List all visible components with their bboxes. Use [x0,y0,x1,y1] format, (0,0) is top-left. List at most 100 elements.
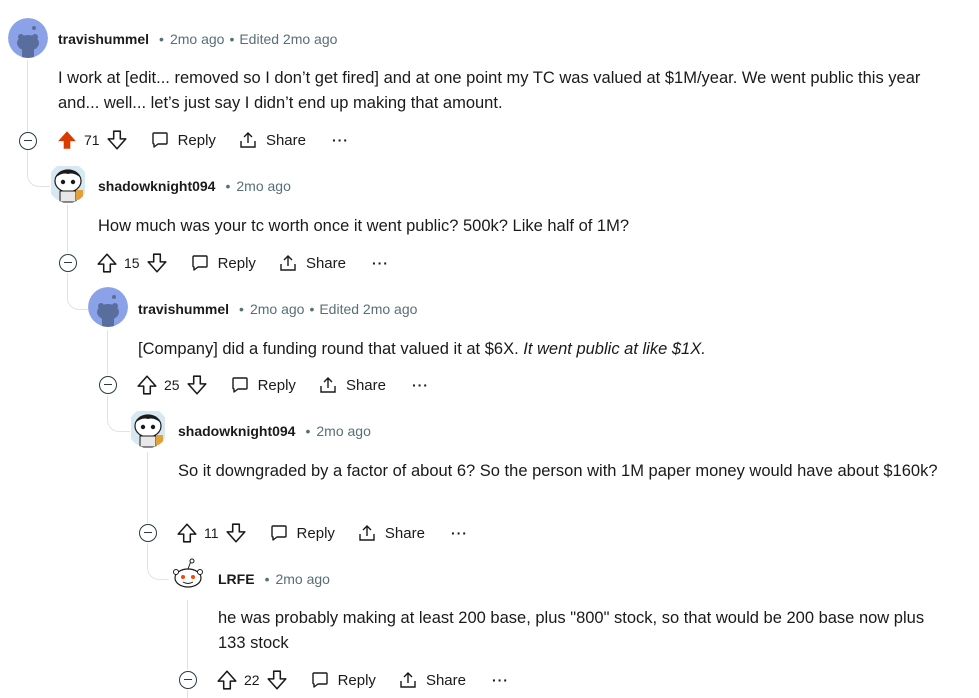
upvote-icon[interactable] [176,522,198,544]
comment-body: So it downgraded by a factor of about 6?… [178,462,938,480]
body-italic: It went public at like $1X. [523,340,706,358]
vote-count: 15 [124,255,140,271]
comment-meta: shadowknight094 • 2mo ago [178,421,371,441]
reply-label: Reply [217,254,256,272]
separator-dot: • [309,301,315,317]
separator-dot: • [305,423,311,439]
more-options-button[interactable]: ··· [372,255,389,271]
edited-label: Edited 2mo ago [239,31,338,47]
thread-line [107,330,108,375]
share-icon [240,132,256,148]
vote-count: 25 [164,377,180,393]
snoo-avatar-icon [88,287,128,327]
avatar[interactable] [48,163,88,203]
vote-group: 71 [56,129,128,151]
more-options-button[interactable]: ··· [412,377,429,393]
timestamp[interactable]: 2mo ago [250,301,304,317]
share-icon [359,525,375,541]
thread-elbow [67,273,90,310]
share-button[interactable]: Share [398,670,466,690]
downvote-icon[interactable] [266,669,288,691]
comment-meta: travishummel • 2mo ago • Edited 2mo ago [58,29,337,49]
upvote-icon[interactable] [136,374,158,396]
more-options-button[interactable]: ··· [332,132,349,148]
separator-dot: • [225,178,231,194]
thread-elbow [27,164,50,187]
separator-dot: • [159,31,164,47]
vote-group: 25 [136,374,208,396]
action-bar: 22 Reply Share ··· [216,664,509,696]
separator-dot: • [239,301,244,317]
share-icon [280,255,296,271]
author-name[interactable]: travishummel [58,31,149,47]
more-options-button[interactable]: ··· [492,672,509,688]
reply-button[interactable]: Reply [150,130,216,150]
collapse-button[interactable] [139,524,157,542]
comment-meta: travishummel • 2mo ago • Edited 2mo ago [138,299,417,319]
share-button[interactable]: Share [318,375,386,395]
timestamp[interactable]: 2mo ago [275,571,329,587]
downvote-icon[interactable] [106,129,128,151]
share-button[interactable]: Share [278,253,346,273]
reply-button[interactable]: Reply [190,253,256,273]
thread-elbow [147,543,170,580]
avatar[interactable] [8,18,48,58]
vote-count: 11 [204,525,219,541]
upvote-icon[interactable] [56,129,78,151]
downvote-icon[interactable] [146,252,168,274]
share-button[interactable]: Share [238,130,306,150]
reply-label: Reply [177,131,216,149]
upvote-icon[interactable] [96,252,118,274]
edited-label: Edited 2mo ago [319,301,418,317]
comment-meta: shadowknight094 • 2mo ago [98,176,291,196]
thread-line [187,600,188,670]
body-plain: [Company] did a funding round that value… [138,340,524,358]
reply-label: Reply [257,376,296,394]
snoo-avatar-icon [168,556,208,596]
timestamp[interactable]: 2mo ago [316,423,370,439]
author-name[interactable]: shadowknight094 [98,178,215,194]
snoo-avatar-icon [51,166,85,203]
comment-body: I work at [edit... removed so I don’t ge… [58,69,921,112]
share-icon [320,377,336,393]
avatar[interactable] [168,556,208,596]
downvote-icon[interactable] [225,522,247,544]
action-bar: 25 Reply Share ··· [136,369,429,401]
thread-line [27,60,28,132]
upvote-icon[interactable] [216,669,238,691]
vote-group: 22 [216,669,288,691]
vote-group: 11 [176,522,247,544]
author-name[interactable]: LRFE [218,571,255,587]
collapse-button[interactable] [179,671,197,689]
avatar[interactable] [128,408,168,448]
share-button[interactable]: Share [357,523,425,543]
vote-group: 15 [96,252,168,274]
share-label: Share [305,254,346,272]
author-name[interactable]: travishummel [138,301,229,317]
comment-body: he was probably making at least 200 base… [218,609,925,652]
comment-meta: LRFE • 2mo ago [218,569,330,589]
share-label: Share [345,376,386,394]
comment-bubble-icon [231,377,248,393]
timestamp[interactable]: 2mo ago [236,178,290,194]
share-label: Share [425,671,466,689]
author-name[interactable]: shadowknight094 [178,423,295,439]
collapse-button[interactable] [59,254,77,272]
separator-dot: • [229,31,235,47]
collapse-button[interactable] [19,132,37,150]
collapse-button[interactable] [99,376,117,394]
reply-button[interactable]: Reply [269,523,335,543]
comment-bubble-icon [191,255,208,271]
more-options-button[interactable]: ··· [451,525,468,541]
vote-count: 71 [84,132,100,148]
action-bar: 15 Reply Share ··· [96,247,389,279]
thread-line [67,205,68,253]
reply-button[interactable]: Reply [310,670,376,690]
comment-bubble-icon [311,672,328,688]
timestamp[interactable]: 2mo ago [170,31,224,47]
avatar[interactable] [88,287,128,327]
downvote-icon[interactable] [186,374,208,396]
reply-button[interactable]: Reply [230,375,296,395]
comment-bubble-icon [151,132,168,148]
comment-body: How much was your tc worth once it went … [98,217,630,235]
